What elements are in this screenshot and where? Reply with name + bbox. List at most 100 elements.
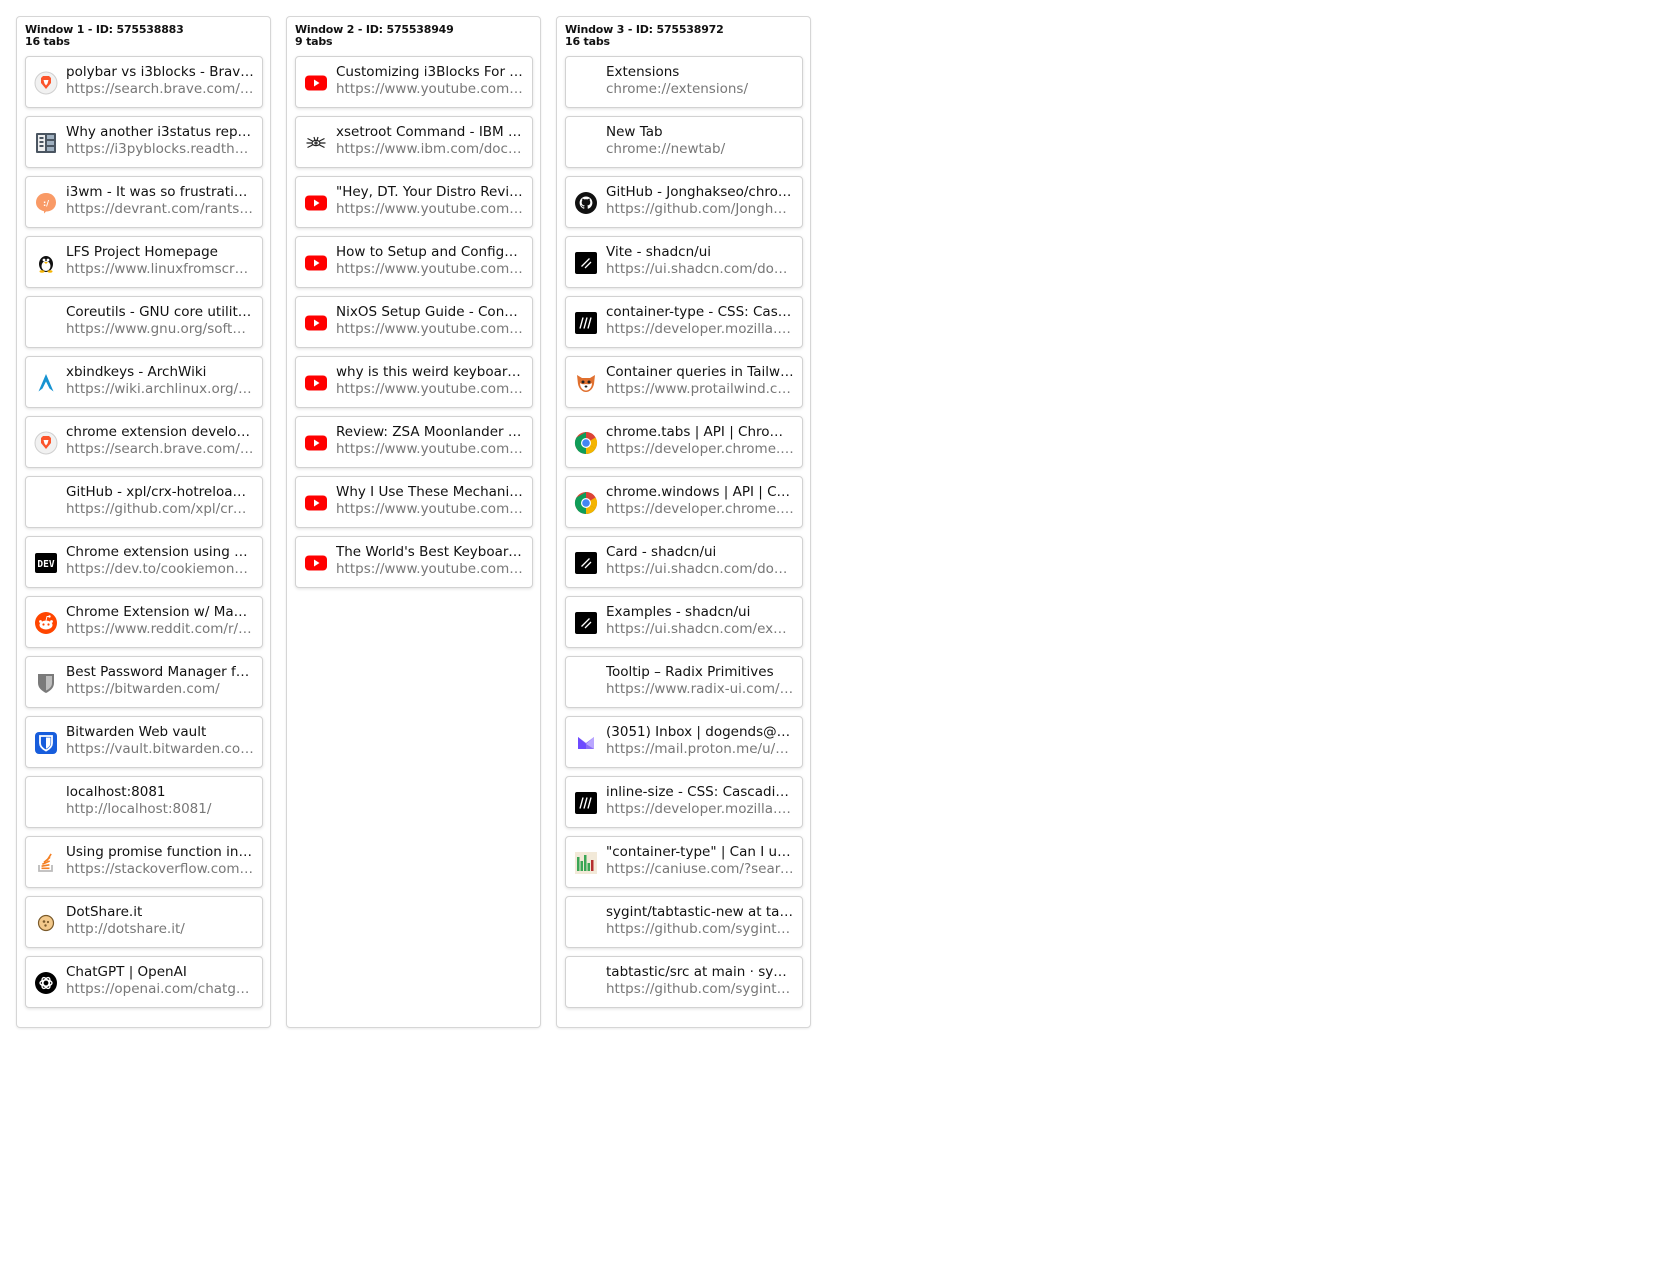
tab-title: DotShare.it [66,904,143,920]
tab-list: polybar vs i3blocks - Brave Searchhttps:… [25,56,263,1016]
tab-card[interactable]: Tooltip – Radix Primitives https://www.ra… [565,656,803,708]
blank-icon [574,971,598,995]
tab-card[interactable]: polybar vs i3blocks - Brave Searchhttps:… [25,56,263,108]
youtube-icon [304,71,328,95]
tab-card[interactable]: Bitwarden Web vault https://vault.bitward… [25,716,263,768]
tab-title: Vite - shadcn/ui [606,244,712,260]
tab-url: https://www.ibm.com/docs/en/aix [336,141,524,157]
blank-icon [34,791,58,815]
tab-title: Examples - shadcn/ui [606,604,751,620]
tab-url: chrome://newtab/ [606,141,726,157]
tab-card[interactable]: chrome.tabs | API | Chrome for Developer… [565,416,803,468]
tab-card[interactable]: tabtastic/src at main · sygint/tabtastic… [565,956,803,1008]
tab-card[interactable]: xsetroot Command - IBM Documentationhttp… [295,116,533,168]
tab-card[interactable]: How to Setup and Configure i3 https://www… [295,236,533,288]
tab-url: https://github.com/sygint/tabtastic [606,921,794,937]
tab-url: https://devrant.com/rants/1234567 [66,201,254,217]
tab-card[interactable]: sygint/tabtastic-new at tab-viewhttps://… [565,896,803,948]
tab-card[interactable]: GitHub - xpl/crx-hotreload: Chromehttps:… [25,476,263,528]
tab-url: https://www.protailwind.com/container [606,381,794,397]
tab-card[interactable]: "Hey, DT. Your Distro Reviews Suck"https… [295,176,533,228]
tab-title: Extensions [606,64,680,80]
tab-card[interactable]: NixOS Setup Guide - Configurationhttps:/… [295,296,533,348]
tab-card[interactable]: "container-type" | Can I use... Supporth… [565,836,803,888]
tab-title: Using promise function inside [66,844,254,860]
tab-url: https://www.youtube.com/watch?v= [336,441,524,457]
protailwind-icon [574,371,598,395]
tab-card[interactable]: Why another i3status replacement?https:/… [25,116,263,168]
window-1-panel: Window 1 - ID: 575538883 16 tabs polybar v… [16,16,271,1028]
tab-card[interactable]: Coreutils - GNU core utilities https://ww… [25,296,263,348]
blank-icon [574,71,598,95]
tab-list: Extensions chrome://extensions/New Tab chr… [565,56,803,1016]
tab-url: https://developer.chrome.com/docs [606,441,794,457]
tab-title: ChatGPT | OpenAI [66,964,187,980]
tab-card[interactable]: Using promise function inside https://sta… [25,836,263,888]
tab-url: https://www.linuxfromscratch.org/ [66,261,254,277]
tab-title: "container-type" | Can I use... Support [606,844,794,860]
tab-title: Customizing i3Blocks For the Best [336,64,524,80]
tab-card[interactable]: Review: ZSA Moonlander Mark Ihttps://www… [295,416,533,468]
tab-title: GitHub - xpl/crx-hotreload: Chrome [66,484,254,500]
tab-title: sygint/tabtastic-new at tab-view [606,904,794,920]
tab-title: Coreutils - GNU core utilities [66,304,254,320]
tab-manager: Window 1 - ID: 575538883 16 tabs polybar v… [0,0,1671,1279]
youtube-icon [304,371,328,395]
tab-title: New Tab [606,124,663,140]
tab-card[interactable]: container-type - CSS: Cascading Style Sh… [565,296,803,348]
tab-card[interactable]: GitHub - Jonghakseo/chrome-extensionhttp… [565,176,803,228]
youtube-icon [304,551,328,575]
tab-url: https://developer.mozilla.org/en-US [606,801,794,817]
tab-title: Tooltip – Radix Primitives [606,664,774,680]
tab-card[interactable]: Examples - shadcn/ui https://ui.shadcn.co… [565,596,803,648]
tab-card[interactable]: The World's Best Keyboard? - YouTubehttp… [295,536,533,588]
tab-card[interactable]: chrome extension developmenthttps://sear… [25,416,263,468]
tab-url: https://mail.proton.me/u/0/inbox [606,741,794,757]
tab-card[interactable]: New Tab chrome://newtab/ [565,116,803,168]
tab-card[interactable]: DEV Chrome extension using Vite https://de… [25,536,263,588]
tab-url: https://ui.shadcn.com/examples/cards [606,621,794,637]
tab-card[interactable]: Container queries in Tailwind https://www… [565,356,803,408]
bitwarden-icon [34,731,58,755]
tab-card[interactable]: chrome.windows | API | Chromehttps://dev… [565,476,803,528]
chrome-icon [574,431,598,455]
tab-card[interactable]: Why I Use These Mechanical Keyboardshttp… [295,476,533,528]
blank-icon [574,911,598,935]
tab-title: Bitwarden Web vault [66,724,207,740]
tab-card[interactable]: ChatGPT | OpenAI https://openai.com/chatg… [25,956,263,1008]
tab-card[interactable]: LFS Project Homepage https://www.linuxfro… [25,236,263,288]
tab-card[interactable]: Card - shadcn/ui https://ui.shadcn.com/do… [565,536,803,588]
tab-card[interactable]: Vite - shadcn/ui https://ui.shadcn.com/do… [565,236,803,288]
tab-url: https://ui.shadcn.com/docs/installation/… [606,261,794,277]
tab-card[interactable]: (3051) Inbox | dogends@proton.mehttps://… [565,716,803,768]
tab-card[interactable]: localhost:8081 http://localhost:8081/ [25,776,263,828]
tab-url: https://developer.mozilla.org/en-US [606,321,794,337]
tab-url: https://bitwarden.com/ [66,681,220,697]
tab-title: Why another i3status replacement? [66,124,254,140]
tab-url: https://www.youtube.com/watch?v= [336,561,524,577]
tab-url: https://developer.chrome.com/docs [606,501,794,517]
tab-title: NixOS Setup Guide - Configuration [336,304,524,320]
tab-card[interactable]: Chrome Extension w/ Manifest V3https://w… [25,596,263,648]
archlinux-icon [34,371,58,395]
tab-card[interactable]: DotShare.it http://dotshare.it/ [25,896,263,948]
tab-card[interactable]: inline-size - CSS: Cascading Style Sheet… [565,776,803,828]
tab-url: https://github.com/xpl/crx-hotreload [66,501,254,517]
tab-url: https://github.com/sygint/tabtastic [606,981,794,997]
tab-title: tabtastic/src at main · sygint/tabtastic [606,964,794,980]
tab-card[interactable]: Extensions chrome://extensions/ [565,56,803,108]
tab-card[interactable]: Best Password Manager for Businesshttps:… [25,656,263,708]
tab-title: Best Password Manager for Business [66,664,254,680]
tab-title: Why I Use These Mechanical Keyboards [336,484,524,500]
tab-title: Chrome extension using Vite [66,544,254,560]
tab-card[interactable]: why is this weird keyboard so popularhtt… [295,356,533,408]
tab-title: Chrome Extension w/ Manifest V3 [66,604,254,620]
tab-card[interactable]: Customizing i3Blocks For the Besthttps:/… [295,56,533,108]
tab-card[interactable]: :/ i3wm - It was so frustrating to https:/… [25,176,263,228]
tab-title: inline-size - CSS: Cascading Style Sheet… [606,784,794,800]
tab-card[interactable]: xbindkeys - ArchWiki https://wiki.archlin… [25,356,263,408]
devrant-icon: :/ [34,191,58,215]
i3pyblocks-icon [34,131,58,155]
tab-title: Card - shadcn/ui [606,544,717,560]
mdn-icon [574,311,598,335]
